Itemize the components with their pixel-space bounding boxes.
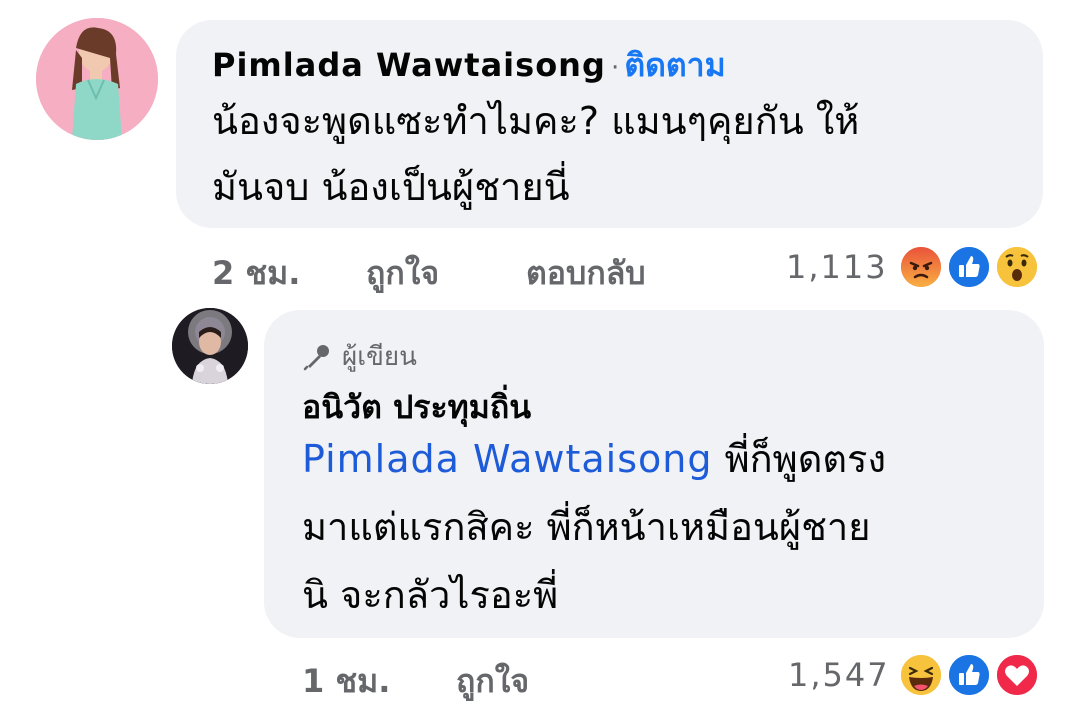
like-button[interactable]: ถูกใจ — [456, 656, 529, 707]
comment-text-line-1: น้องจะพูดแซะทำไมคะ? แมนๆคุยกัน ให้ — [212, 99, 860, 143]
reaction-count[interactable]: 1,113 — [786, 248, 888, 286]
separator-dot: · — [610, 53, 620, 83]
reaction-count[interactable]: 1,547 — [788, 656, 890, 694]
reply-author[interactable]: อนิวัต ประทุมถิ่น — [302, 382, 531, 433]
reply-text-line-2: มาแต่แรกสิคะ พี่ก็หน้าเหมือนผู้ชาย — [302, 505, 871, 549]
angry-reaction-icon — [898, 244, 944, 290]
reply-timestamp[interactable]: 1 ชม. — [302, 656, 390, 707]
reply-text-line-3: นิ จะกลัวไรอะพี่ — [302, 573, 559, 617]
love-reaction-icon — [994, 652, 1040, 698]
reply-text-line-1-rest: พี่ก็พูดตรง — [724, 437, 887, 481]
comment-text-line-2: มันจบ น้องเป็นผู้ชายนี่ — [212, 165, 570, 209]
reply-button[interactable]: ตอบกลับ — [526, 248, 646, 299]
like-reaction-icon — [946, 652, 992, 698]
haha-reaction-icon — [898, 652, 944, 698]
microphone-icon — [303, 344, 329, 370]
reply-text-line-1: Pimlada Wawtaisong พี่ก็พูดตรง — [302, 432, 886, 486]
author-badge-label: ผู้เขียน — [342, 342, 417, 372]
profile-photo — [36, 18, 158, 140]
avatar[interactable] — [36, 18, 158, 140]
like-button[interactable]: ถูกใจ — [366, 248, 439, 299]
wow-reaction-icon — [994, 244, 1040, 290]
mention-link[interactable]: Pimlada Wawtaisong — [302, 437, 713, 481]
comment-header: Pimlada Wawtaisong · ติดตาม — [212, 40, 726, 91]
comment-author[interactable]: Pimlada Wawtaisong — [212, 46, 606, 84]
profile-photo — [172, 308, 248, 384]
like-reaction-icon — [946, 244, 992, 290]
follow-button[interactable]: ติดตาม — [624, 46, 725, 84]
author-badge: ผู้เขียน — [302, 336, 417, 377]
avatar[interactable] — [172, 308, 248, 384]
comment-timestamp[interactable]: 2 ชม. — [212, 248, 300, 299]
